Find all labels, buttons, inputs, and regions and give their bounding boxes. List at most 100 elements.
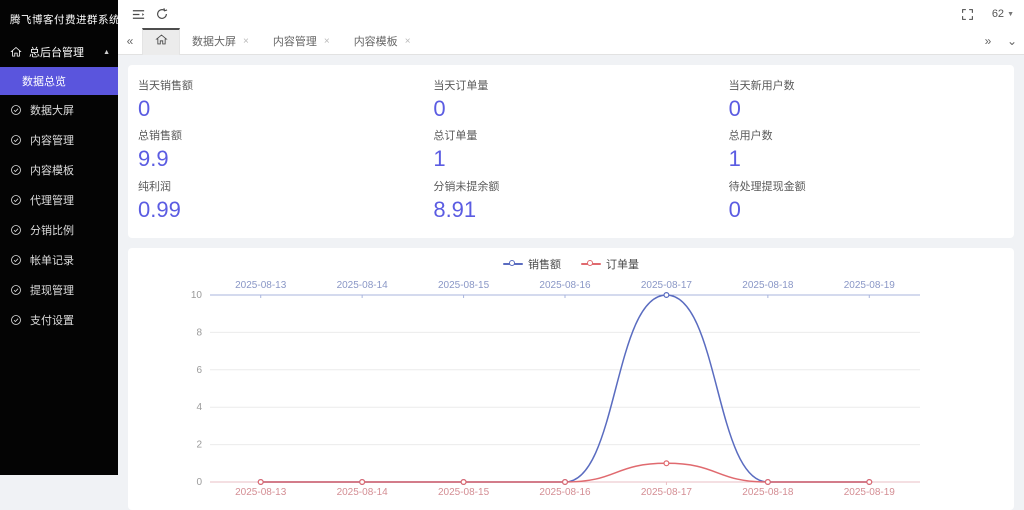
app-title: 腾飞博客付费进群系统 [0,0,118,37]
tab-content-manage[interactable]: 内容管理 × [261,28,342,55]
svg-text:8: 8 [196,327,202,338]
circle-check-icon [10,254,22,266]
tabs-scroll-left-icon[interactable]: « [118,34,142,48]
stat-total-orders: 总订单量 1 [423,127,718,171]
refresh-icon[interactable] [150,2,174,26]
stat-value: 1 [433,146,718,171]
svg-text:2025-08-17: 2025-08-17 [641,280,693,291]
line-chart[interactable]: 02468102025-08-132025-08-132025-08-14202… [128,248,1014,510]
sidebar-item-label: 数据总览 [22,73,66,89]
sidebar-item-label: 分销比例 [30,222,74,238]
sidebar-item-label: 帐单记录 [30,252,74,268]
sidebar-item-label: 内容管理 [30,132,74,148]
sidebar: 腾飞博客付费进群系统 总后台管理 ▲ 数据总览 数据大屏 内容管理 内容模板 代… [0,0,118,475]
stat-value: 9.9 [138,146,423,171]
stat-label: 纯利润 [138,178,423,194]
tab-home[interactable] [142,28,180,55]
sidebar-item-label: 支付设置 [30,312,74,328]
svg-text:2: 2 [196,439,202,450]
tabs-scroll-right-icon[interactable]: » [976,34,1000,48]
stat-unwithdrawn-balance: 分销未提余额 8.91 [423,178,718,222]
stat-label: 总订单量 [433,127,718,143]
stat-label: 总销售额 [138,127,423,143]
tab-content-template[interactable]: 内容模板 × [342,28,423,55]
circle-check-icon [10,314,22,326]
circle-check-icon [10,104,22,116]
stat-label: 当天订单量 [433,77,718,93]
legend-line-marker-icon [503,260,523,268]
sidebar-item-agent-manage[interactable]: 代理管理 [0,185,118,215]
sidebar-item-bill-records[interactable]: 帐单记录 [0,245,118,275]
stats-card: 当天销售额 0 当天订单量 0 当天新用户数 0 总销售额 9.9 总订单量 1… [128,65,1014,238]
sidebar-item-label: 数据大屏 [30,102,74,118]
stat-value: 0 [138,96,423,121]
legend-line-marker-icon [581,260,601,268]
svg-text:2025-08-16: 2025-08-16 [539,487,591,498]
sidebar-item-content-template[interactable]: 内容模板 [0,155,118,185]
legend-label: 订单量 [606,256,639,272]
sidebar-item-distribution-ratio[interactable]: 分销比例 [0,215,118,245]
svg-text:6: 6 [196,365,202,376]
svg-text:2025-08-15: 2025-08-15 [438,487,490,498]
main-area: 62 ▼ « 数据大屏 × 内容管理 × 内容模板 × » ⌄ [118,0,1024,475]
stat-value: 0 [729,197,1014,222]
tab-bar: « 数据大屏 × 内容管理 × 内容模板 × » ⌄ [118,28,1024,55]
svg-text:2025-08-18: 2025-08-18 [742,280,794,291]
svg-text:2025-08-15: 2025-08-15 [438,280,490,291]
sidebar-group-admin[interactable]: 总后台管理 ▲ [0,37,118,67]
chart-card: 02468102025-08-132025-08-132025-08-14202… [128,248,1014,510]
close-icon[interactable]: × [243,36,249,47]
stat-net-profit: 纯利润 0.99 [128,178,423,222]
close-icon[interactable]: × [324,36,330,47]
svg-text:2025-08-14: 2025-08-14 [337,487,389,498]
tab-data-screen[interactable]: 数据大屏 × [180,28,261,55]
sidebar-item-content-manage[interactable]: 内容管理 [0,125,118,155]
stat-total-sales: 总销售额 9.9 [128,127,423,171]
circle-check-icon [10,284,22,296]
svg-text:2025-08-19: 2025-08-19 [844,487,896,498]
home-icon [10,46,22,58]
caret-down-icon: ▼ [1007,11,1014,18]
stat-value: 0 [433,96,718,121]
svg-text:2025-08-18: 2025-08-18 [742,487,794,498]
stat-label: 总用户数 [729,127,1014,143]
stat-label: 待处理提现金额 [729,178,1014,194]
svg-text:2025-08-16: 2025-08-16 [539,280,591,291]
menu-fold-icon[interactable] [126,2,150,26]
tab-label: 数据大屏 [192,33,236,49]
sidebar-item-withdraw-manage[interactable]: 提现管理 [0,275,118,305]
svg-text:2025-08-13: 2025-08-13 [235,487,287,498]
home-icon [155,33,168,51]
svg-text:2025-08-14: 2025-08-14 [337,280,389,291]
svg-text:2025-08-13: 2025-08-13 [235,280,287,291]
stat-today-orders: 当天订单量 0 [423,77,718,121]
legend-item-orders[interactable]: 订单量 [581,256,639,272]
svg-text:2025-08-19: 2025-08-19 [844,280,896,291]
svg-text:10: 10 [191,290,203,301]
sidebar-item-label: 代理管理 [30,192,74,208]
sidebar-group-label: 总后台管理 [29,44,84,60]
legend-item-sales[interactable]: 销售额 [503,256,561,272]
user-dropdown[interactable]: 62 ▼ [992,8,1014,20]
circle-check-icon [10,164,22,176]
stat-value: 8.91 [433,197,718,222]
sidebar-item-data-overview[interactable]: 数据总览 [0,67,118,95]
stat-label: 当天销售额 [138,77,423,93]
fullscreen-icon[interactable] [956,2,980,26]
page-content: 当天销售额 0 当天订单量 0 当天新用户数 0 总销售额 9.9 总订单量 1… [118,55,1024,475]
stat-value: 0 [729,96,1014,121]
close-icon[interactable]: × [405,36,411,47]
svg-text:0: 0 [196,477,202,488]
circle-check-icon [10,224,22,236]
stat-today-sales: 当天销售额 0 [128,77,423,121]
stat-today-new-users: 当天新用户数 0 [719,77,1014,121]
tabs-menu-icon[interactable]: ⌄ [1000,34,1024,48]
sidebar-item-payment-settings[interactable]: 支付设置 [0,305,118,335]
sidebar-item-data-screen[interactable]: 数据大屏 [0,95,118,125]
sidebar-item-label: 提现管理 [30,282,74,298]
chart-legend: 销售额 订单量 [128,256,1014,272]
svg-text:2025-08-17: 2025-08-17 [641,487,693,498]
stat-pending-withdraw: 待处理提现金额 0 [719,178,1014,222]
user-dropdown-value: 62 [992,8,1004,20]
legend-label: 销售额 [528,256,561,272]
